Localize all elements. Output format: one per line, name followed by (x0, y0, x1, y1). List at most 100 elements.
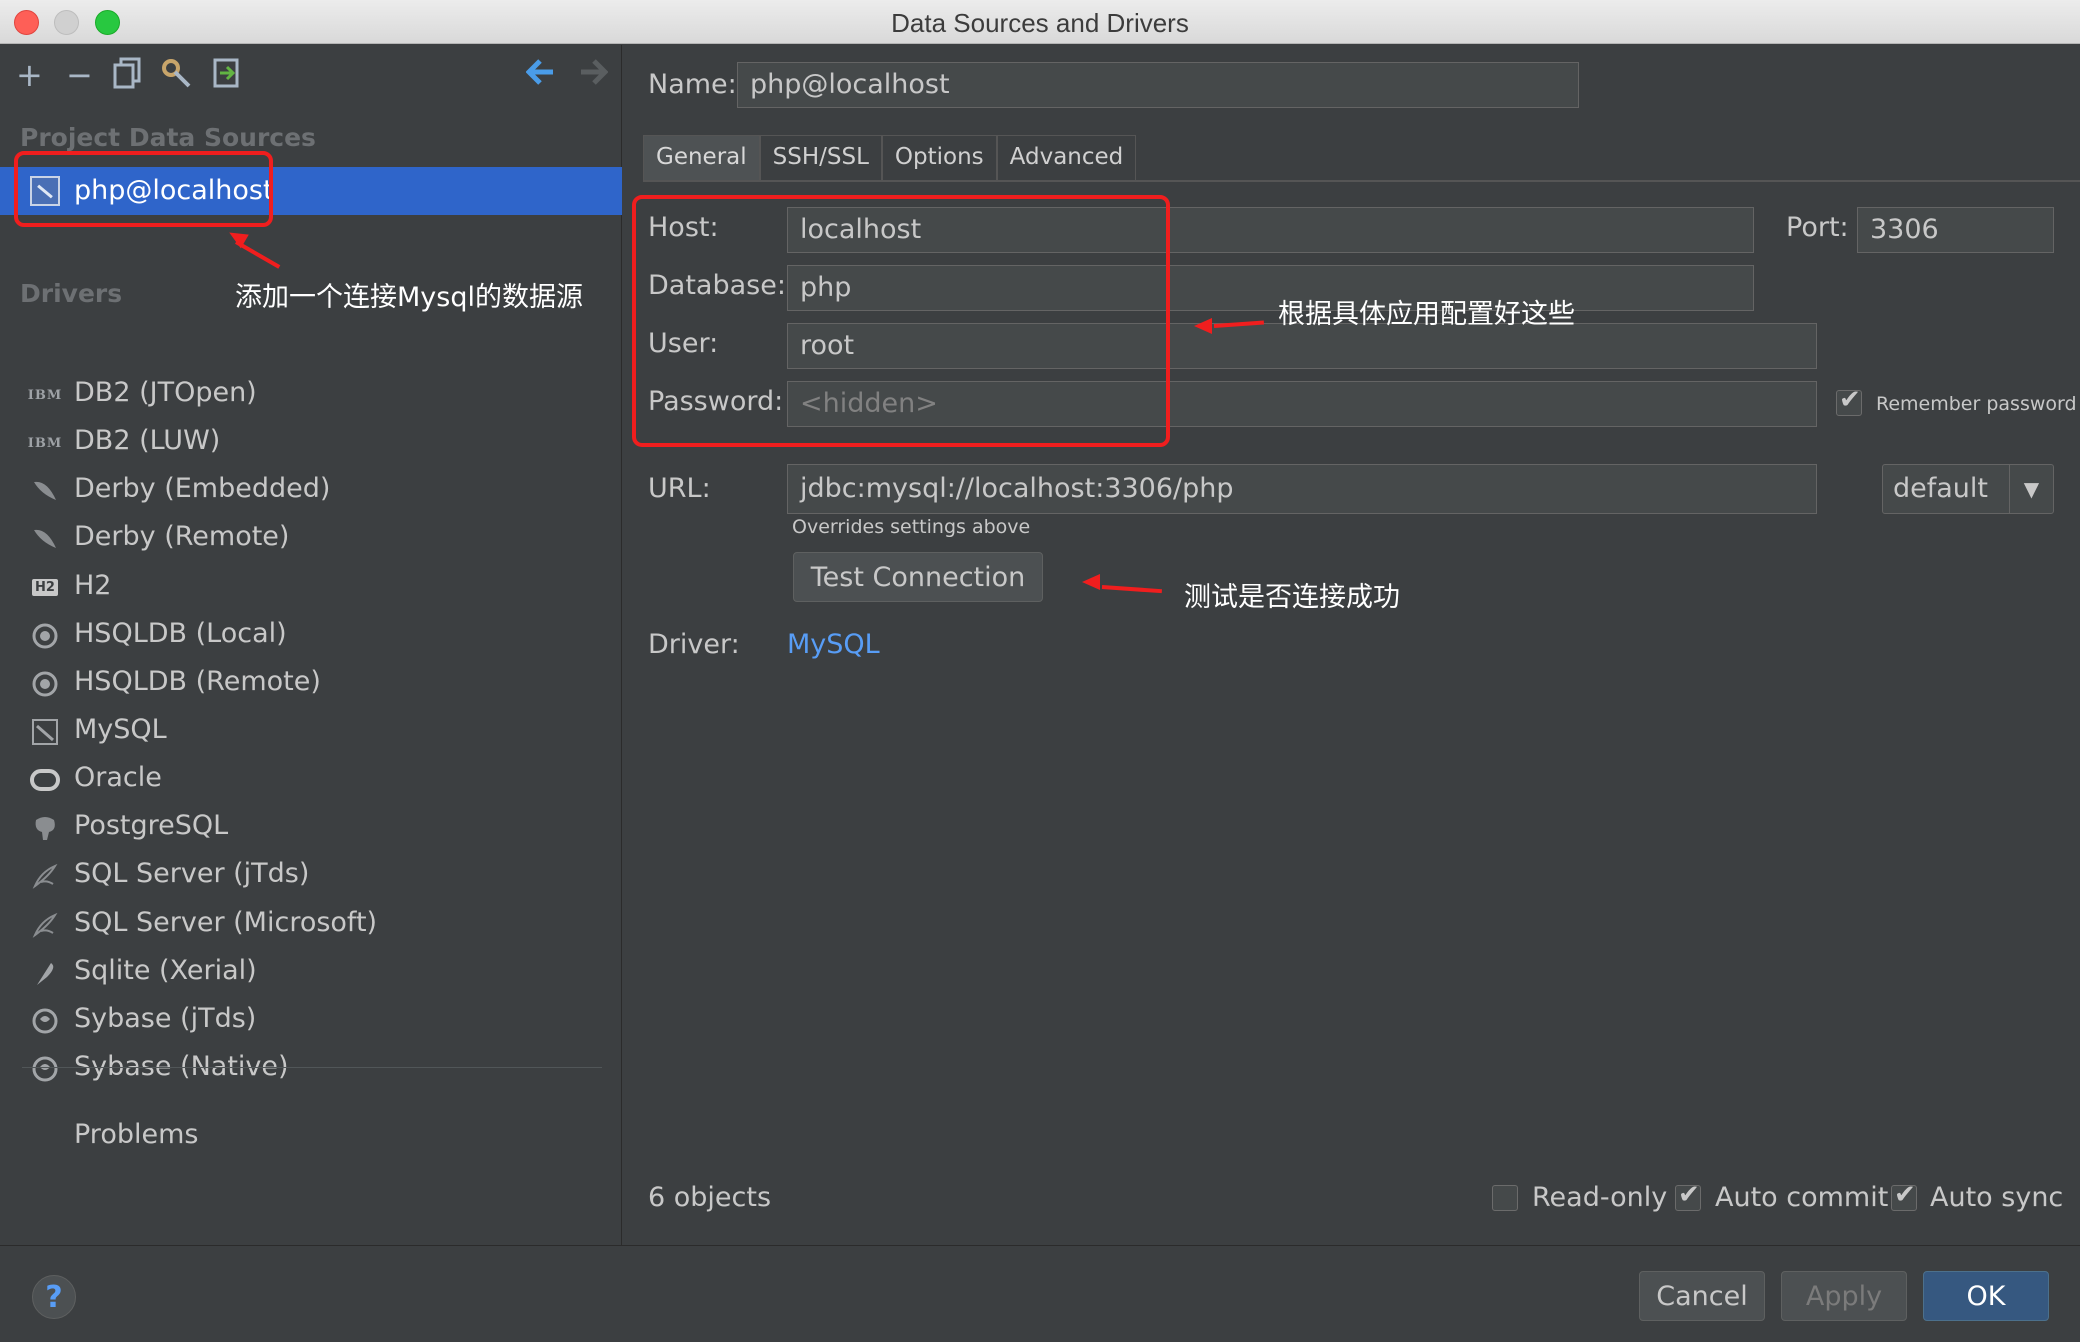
sybase-icon (30, 1055, 60, 1083)
annotation-box-connection (632, 195, 1170, 447)
annotation-test: 测试是否连接成功 (1184, 582, 1400, 613)
objects-count: 6 objects (648, 1182, 772, 1213)
derby-icon (30, 477, 60, 505)
read-only-checkbox[interactable] (1492, 1185, 1518, 1211)
annotation-box-datasource (14, 151, 273, 227)
sqlite-icon (30, 959, 60, 987)
name-field[interactable]: php@localhost (737, 62, 1579, 108)
driver-label: Sqlite (Xerial) (74, 954, 257, 986)
driver-item[interactable]: PostgreSQL (0, 804, 622, 852)
postgresql-icon (30, 814, 60, 842)
back-arrow-icon[interactable] (525, 57, 556, 92)
h2-icon: H2 (30, 574, 60, 602)
driver-item[interactable]: Derby (Embedded) (0, 467, 622, 515)
ok-button[interactable]: OK (1923, 1271, 2049, 1321)
auto-sync-checkbox[interactable] (1891, 1180, 1917, 1211)
driver-label: Derby (Embedded) (74, 473, 331, 505)
forward-arrow-icon[interactable] (578, 57, 609, 92)
icon-glyph: H2 (32, 579, 58, 597)
driver-item[interactable]: Oracle (0, 756, 622, 804)
driver-label: PostgreSQL (74, 810, 229, 842)
driver-item[interactable]: SQL Server (jTds) (0, 852, 622, 900)
tab-options[interactable]: Options (881, 135, 997, 181)
driver-label: Derby (Remote) (74, 521, 290, 553)
duplicate-icon[interactable] (112, 57, 142, 94)
annotation-arrowhead (1082, 574, 1100, 590)
driver-item[interactable]: HSQLDB (Remote) (0, 660, 622, 708)
url-mode-value: default (1893, 473, 1989, 504)
problems-item[interactable]: Problems (74, 1119, 198, 1150)
help-icon[interactable]: ? (32, 1275, 76, 1319)
apply-button[interactable]: Apply (1781, 1271, 1907, 1321)
driver-item[interactable]: IBM DB2 (LUW) (0, 419, 622, 467)
driver-label: MySQL (74, 714, 167, 746)
driver-item[interactable]: HSQLDB (Local) (0, 612, 622, 660)
driver-label: DB2 (JTOpen) (74, 377, 257, 408)
mysql-icon (30, 718, 60, 746)
tab-general[interactable]: General (643, 135, 760, 181)
driver-label: H2 (74, 569, 112, 601)
sqlserver-icon (30, 911, 60, 939)
url-mode-select[interactable]: default ▼ (1882, 464, 2054, 514)
port-field[interactable]: 3306 (1857, 207, 2054, 253)
driver-label: SQL Server (Microsoft) (74, 906, 378, 938)
remove-icon[interactable]: − (66, 59, 93, 91)
driver-item[interactable]: Sqlite (Xerial) (0, 949, 622, 997)
hsqldb-icon (30, 622, 60, 650)
annotation-add-datasource: 添加一个连接Mysql的数据源 (235, 282, 583, 313)
driver-link-mysql[interactable]: MySQL (787, 629, 880, 660)
test-connection-button[interactable]: Test Connection (793, 552, 1043, 602)
driver-label: Oracle (74, 762, 162, 794)
driver-label: SQL Server (jTds) (74, 858, 310, 890)
sybase-icon (30, 1007, 60, 1035)
title-bar: Data Sources and Drivers (0, 0, 2080, 44)
driver-label: DB2 (LUW) (74, 425, 221, 457)
driver-item[interactable]: SQL Server (Microsoft) (0, 901, 622, 949)
driver-item[interactable]: Sybase (Native) (0, 1045, 622, 1093)
driver-item[interactable]: IBM DB2 (JTOpen) (0, 371, 622, 419)
driver-label: Sybase (jTds) (74, 1002, 257, 1034)
remember-password-checkbox[interactable] (1836, 385, 1862, 416)
url-label: URL: (648, 473, 711, 504)
dialog-button-bar: ? Cancel Apply OK (0, 1245, 2080, 1342)
port-label: Port: (1786, 212, 1849, 243)
oracle-icon (30, 766, 60, 794)
auto-commit-label: Auto commit (1715, 1182, 1889, 1213)
driver-settings-icon[interactable] (160, 57, 194, 94)
chevron-down-icon: ▼ (2009, 465, 2053, 513)
driver-item[interactable]: H2 H2 (0, 564, 622, 612)
tab-underline (643, 180, 2080, 182)
add-icon[interactable]: + (16, 59, 43, 91)
tab-ssh-ssl[interactable]: SSH/SSL (759, 135, 882, 181)
overrides-note: Overrides settings above (792, 516, 1031, 538)
url-field[interactable]: jdbc:mysql://localhost:3306/php (787, 464, 1817, 514)
cancel-button[interactable]: Cancel (1639, 1271, 1765, 1321)
settings-tabs: General SSH/SSL Options Advanced (643, 135, 1137, 181)
annotation-arrowhead (1194, 318, 1212, 334)
driver-label: Driver: (648, 629, 740, 660)
import-icon[interactable] (212, 57, 240, 94)
project-data-sources-heading: Project Data Sources (20, 123, 316, 152)
driver-label: HSQLDB (Local) (74, 617, 287, 649)
driver-label: HSQLDB (Remote) (74, 665, 321, 697)
divider (22, 1067, 602, 1068)
driver-item[interactable]: Sybase (jTds) (0, 997, 622, 1045)
hsqldb-icon (30, 670, 60, 698)
window-title: Data Sources and Drivers (891, 8, 1189, 38)
read-only-label: Read-only (1532, 1182, 1668, 1213)
icon-glyph: IBM (27, 435, 63, 451)
tab-advanced[interactable]: Advanced (996, 135, 1137, 181)
sqlserver-icon (30, 862, 60, 890)
drivers-heading: Drivers (20, 279, 123, 308)
derby-icon (30, 525, 60, 553)
ibm-icon: IBM (27, 429, 63, 457)
auto-sync-label: Auto sync (1930, 1182, 2064, 1213)
ibm-icon: IBM (27, 381, 63, 409)
driver-item[interactable]: Derby (Remote) (0, 515, 622, 563)
auto-commit-checkbox[interactable] (1675, 1180, 1701, 1211)
name-label: Name: (648, 69, 737, 100)
driver-item[interactable]: MySQL (0, 708, 622, 756)
icon-glyph: IBM (27, 387, 63, 403)
remember-password-label: Remember password (1876, 393, 2077, 415)
annotation-configure: 根据具体应用配置好这些 (1278, 299, 1575, 330)
